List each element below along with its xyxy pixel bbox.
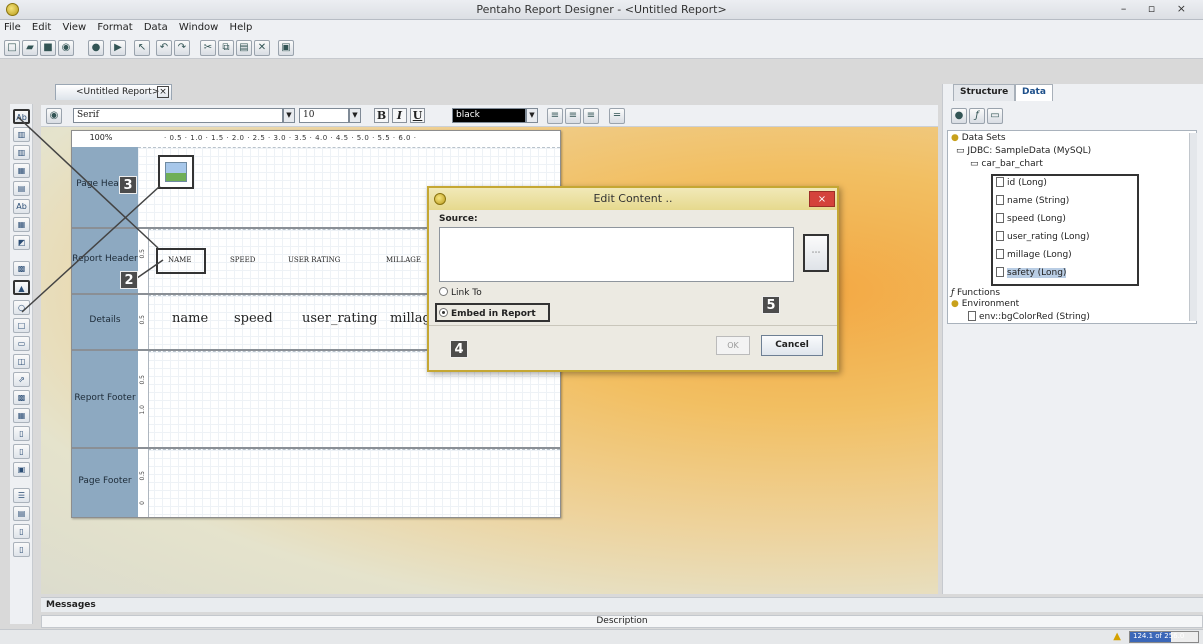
status-bar: ▲ 124.1 of 256.0 [0, 629, 1203, 644]
add-function-icon[interactable]: ƒ [969, 108, 985, 124]
annotation-line [136, 259, 164, 279]
dialog-divider [429, 325, 837, 326]
callout-3: 3 [119, 176, 137, 194]
warning-icon[interactable]: ▲ [1113, 631, 1121, 642]
source-label: Source: [439, 214, 478, 224]
description-column-header[interactable]: Description [41, 615, 1203, 628]
tree-node-functions[interactable]: ƒ Functions [951, 288, 1000, 298]
tree-node-jdbc[interactable]: ▭ JDBC: SampleData (MySQL) [956, 146, 1091, 156]
browse-button[interactable]: ⋯ [803, 234, 829, 272]
annotation-line [21, 185, 161, 313]
tab-structure[interactable]: Structure [953, 84, 1016, 101]
tree-scrollbar[interactable] [1189, 133, 1197, 321]
messages-panel-header[interactable]: Messages [41, 597, 1203, 612]
tree-node-environment[interactable]: ● Environment [951, 299, 1019, 309]
dialog-close-button[interactable]: × [809, 191, 835, 207]
database-icon: ● [951, 133, 959, 143]
structure-data-panel: Structure Data ● ƒ ▭ ● Data Sets ▭ JDBC:… [942, 84, 1203, 594]
folder-icon: ▭ [970, 159, 979, 169]
callout-2: 2 [120, 271, 138, 289]
embed-highlight-outline [435, 303, 550, 322]
link-to-radio[interactable]: Link To [439, 287, 482, 298]
dialog-title: Edit Content .. [429, 188, 837, 210]
data-tree: ● Data Sets ▭ JDBC: SampleData (MySQL) ▭… [947, 130, 1197, 324]
tree-node-data-sets[interactable]: ● Data Sets [951, 133, 1006, 143]
add-datasource-icon[interactable]: ● [951, 108, 967, 124]
callout-4: 4 [450, 340, 468, 358]
environment-icon: ● [951, 299, 959, 309]
callout-5: 5 [762, 296, 780, 314]
radio-icon[interactable] [439, 287, 448, 296]
function-icon: ƒ [951, 288, 955, 298]
dialog-app-icon [434, 193, 446, 205]
source-input[interactable] [439, 227, 794, 282]
edit-content-dialog: Edit Content .. × Source: ⋯ Link To Embe… [427, 186, 839, 372]
folder-icon: ▭ [956, 146, 965, 156]
add-parameter-icon[interactable]: ▭ [987, 108, 1003, 124]
tree-node-query[interactable]: ▭ car_bar_chart [970, 159, 1043, 169]
cancel-button[interactable]: Cancel [761, 335, 823, 356]
tab-data[interactable]: Data [1015, 84, 1053, 101]
fields-highlight-outline [991, 174, 1139, 286]
ok-button[interactable]: OK [716, 336, 750, 355]
field-icon [968, 311, 976, 321]
annotation-line [17, 116, 159, 249]
tree-node-env-item[interactable]: env::bgColorRed (String) [968, 311, 1090, 321]
memory-indicator[interactable]: 124.1 of 256.0 [1129, 631, 1199, 643]
